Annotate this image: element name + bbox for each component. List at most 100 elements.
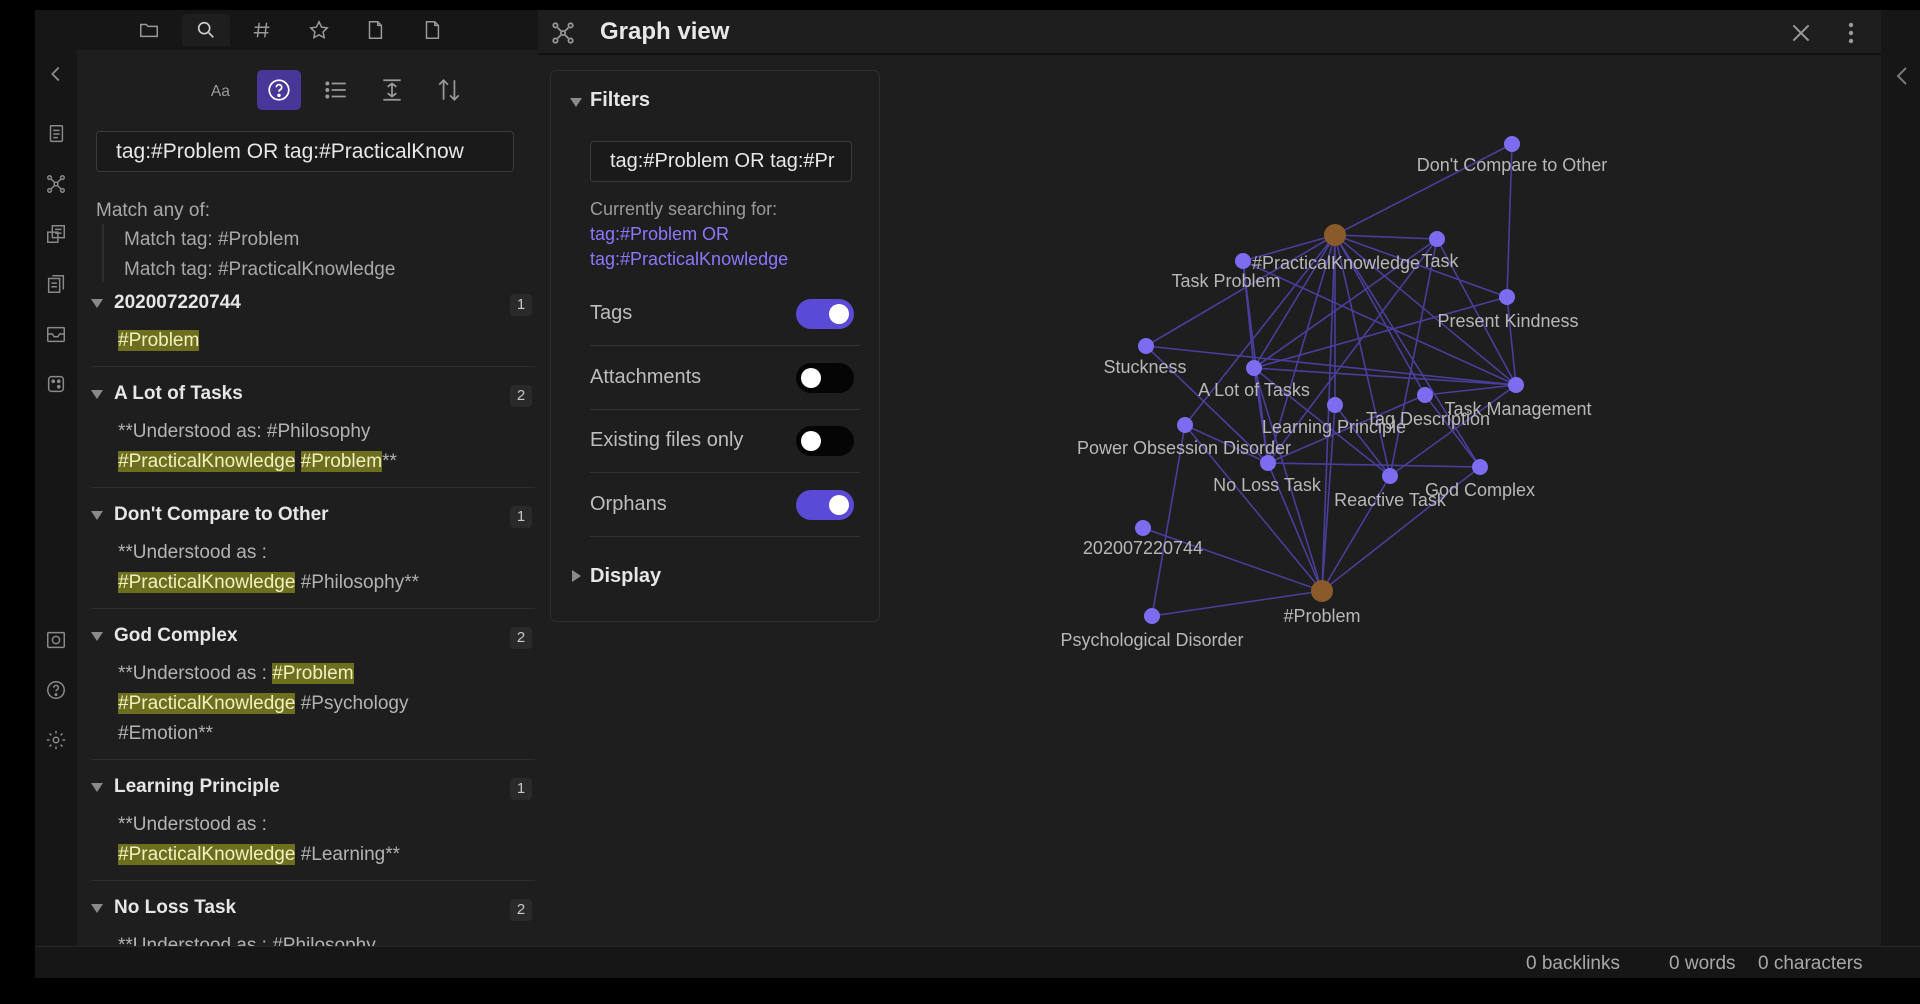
result-title[interactable]: 202007220744 <box>114 292 241 314</box>
explain-query-button[interactable] <box>257 70 301 110</box>
vault-icon[interactable] <box>44 628 68 652</box>
divider <box>91 759 535 760</box>
chevron-down-icon[interactable] <box>91 510 103 520</box>
graph-node-label[interactable]: A Lot of Tasks <box>1198 380 1310 400</box>
archive-icon[interactable] <box>44 322 68 346</box>
graph-node[interactable] <box>1499 289 1515 305</box>
more-options-icon[interactable] <box>1844 20 1858 46</box>
result-header[interactable]: Learning Principle <box>91 774 280 800</box>
snippet-line: #PracticalKnowledge #Philosophy** <box>118 568 518 598</box>
graph-header: Graph view <box>538 10 1881 55</box>
result-header[interactable]: God Complex <box>91 623 238 649</box>
graph-node[interactable] <box>1324 224 1346 246</box>
graph-node[interactable] <box>1311 580 1333 602</box>
graph-node[interactable] <box>1177 417 1193 433</box>
graph-node[interactable] <box>1138 338 1154 354</box>
result-snippet[interactable]: **Understood as : #PracticalKnowledge #Ph… <box>118 538 518 598</box>
graph-node-label[interactable]: Don't Compare to Other <box>1417 155 1608 175</box>
chevron-down-icon[interactable] <box>91 298 103 308</box>
canvas-icon[interactable] <box>44 222 68 246</box>
left-sidebar: Aa tag:#Problem OR tag:#PracticalKnow Ma… <box>77 10 573 946</box>
file-icon[interactable] <box>351 14 399 46</box>
graph-node[interactable] <box>1508 377 1524 393</box>
close-icon[interactable] <box>1788 20 1814 46</box>
graph-node-label[interactable]: #Problem <box>1283 606 1360 626</box>
graph-node-label[interactable]: #PracticalKnowledge <box>1252 253 1420 273</box>
graph-node[interactable] <box>1429 231 1445 247</box>
chevron-right-icon[interactable] <box>572 570 581 582</box>
result-title[interactable]: Don't Compare to Other <box>114 504 329 526</box>
graph-node[interactable] <box>1327 397 1343 413</box>
result-header[interactable]: Don't Compare to Other <box>91 502 329 528</box>
result-header[interactable]: 202007220744 <box>91 290 241 316</box>
result-title[interactable]: A Lot of Tasks <box>114 383 243 405</box>
files-icon[interactable] <box>44 122 68 146</box>
result-title[interactable]: God Complex <box>114 625 238 647</box>
display-section-title[interactable]: Display <box>590 565 661 588</box>
graph-node[interactable] <box>1135 520 1151 536</box>
result-snippet[interactable]: **Understood as : #Philosophy <box>118 931 518 946</box>
file-icon[interactable] <box>408 14 456 46</box>
snippet-text: #Philosophy** <box>295 572 420 593</box>
folder-icon[interactable] <box>125 14 173 46</box>
result-snippet[interactable]: **Understood as : #PracticalKnowledge #Le… <box>118 810 518 870</box>
graph-node[interactable] <box>1144 608 1160 624</box>
chevron-down-icon[interactable] <box>91 903 103 913</box>
graph-node-label[interactable]: God Complex <box>1425 480 1535 500</box>
graph-node-label[interactable]: Present Kindness <box>1437 311 1578 331</box>
graph-node[interactable] <box>1417 387 1433 403</box>
divider <box>91 880 535 881</box>
graph-node-label[interactable]: Task <box>1421 251 1459 271</box>
tag-icon[interactable] <box>238 14 286 46</box>
existing-files-toggle[interactable] <box>796 426 854 456</box>
chevron-down-icon[interactable] <box>91 631 103 641</box>
result-title[interactable]: No Loss Task <box>114 897 236 919</box>
graph-node-label[interactable]: Stuckness <box>1103 357 1186 377</box>
snippet-text: **Understood as: #Philosophy <box>118 421 371 442</box>
settings-icon[interactable] <box>44 728 68 752</box>
graph-node-label[interactable]: No Loss Task <box>1213 475 1322 495</box>
star-icon[interactable] <box>295 14 343 46</box>
snippet-text <box>295 451 300 472</box>
expand-right-icon[interactable] <box>1893 65 1911 87</box>
graph-node-label[interactable]: Tag Description <box>1366 409 1490 429</box>
graph-node[interactable] <box>1246 360 1262 376</box>
list-icon[interactable] <box>314 70 358 110</box>
attachments-toggle[interactable] <box>796 363 854 393</box>
highlighted-match: #PracticalKnowledge <box>118 844 296 865</box>
collapse-left-icon[interactable] <box>44 62 68 86</box>
graph-node[interactable] <box>1260 455 1276 471</box>
result-header[interactable]: No Loss Task <box>91 895 236 921</box>
random-icon[interactable] <box>44 372 68 396</box>
chevron-down-icon[interactable] <box>91 389 103 399</box>
sort-icon[interactable] <box>427 70 471 110</box>
graph-node[interactable] <box>1504 136 1520 152</box>
templates-icon[interactable] <box>44 272 68 296</box>
graph-node-label[interactable]: Power Obsession Disorder <box>1077 438 1291 458</box>
backlinks-count[interactable]: 0 backlinks <box>1526 953 1620 975</box>
match-case-button[interactable]: Aa <box>201 70 245 110</box>
graph-node-label[interactable]: Psychological Disorder <box>1060 630 1243 650</box>
graph-node[interactable] <box>1382 468 1398 484</box>
result-header[interactable]: A Lot of Tasks <box>91 381 243 407</box>
result-snippet[interactable]: #Problem <box>118 326 518 356</box>
result-snippet[interactable]: **Understood as : #Problem #PracticalKnow… <box>118 659 518 749</box>
toggle-label-attachments: Attachments <box>590 366 702 388</box>
chevron-down-icon[interactable] <box>570 98 582 107</box>
filter-search-input[interactable]: tag:#Problem OR tag:#Pr <box>590 141 852 182</box>
graph-node[interactable] <box>1472 459 1488 475</box>
orphans-toggle[interactable] <box>796 490 854 520</box>
help-icon[interactable] <box>44 678 68 702</box>
search-input[interactable]: tag:#Problem OR tag:#PracticalKnow <box>96 131 514 172</box>
chevron-down-icon[interactable] <box>91 782 103 792</box>
search-icon[interactable] <box>182 14 230 46</box>
collapse-results-icon[interactable] <box>370 70 414 110</box>
graph-node[interactable] <box>1235 253 1251 269</box>
graph-node-label[interactable]: Task Problem <box>1171 271 1280 291</box>
tags-toggle[interactable] <box>796 299 854 329</box>
result-snippet[interactable]: **Understood as: #Philosophy #PracticalKn… <box>118 417 518 477</box>
filters-title[interactable]: Filters <box>590 89 650 112</box>
result-title[interactable]: Learning Principle <box>114 776 280 798</box>
graph-icon[interactable] <box>44 172 68 196</box>
graph-node-label[interactable]: 202007220744 <box>1083 538 1203 558</box>
